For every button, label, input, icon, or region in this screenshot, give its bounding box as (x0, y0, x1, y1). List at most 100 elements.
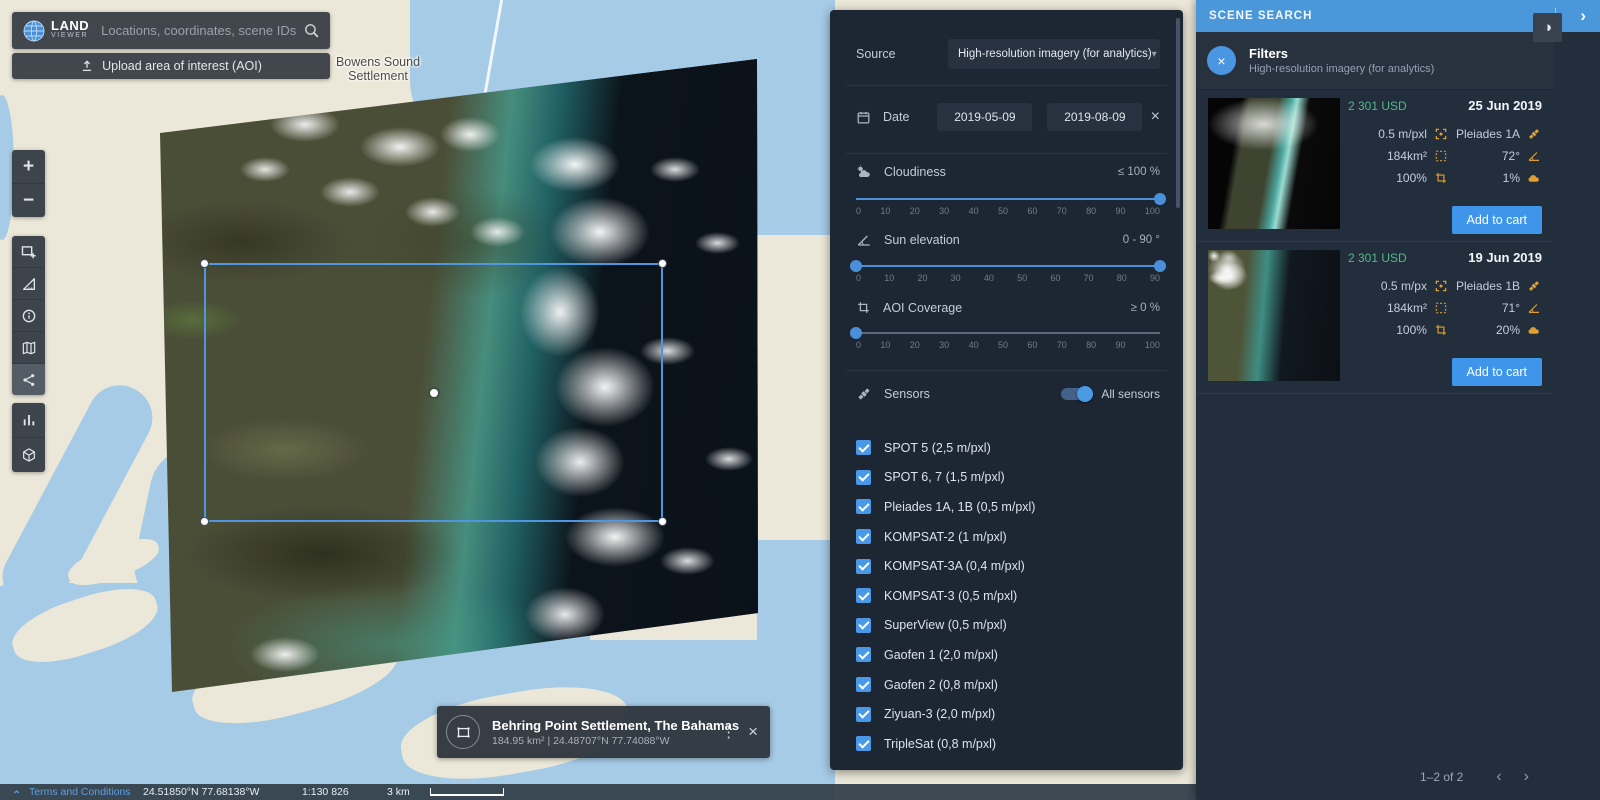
divider (846, 153, 1167, 154)
aoi-info-popup: Behring Point Settlement, The Bahamas 18… (437, 706, 770, 758)
sensor-label: KOMPSAT-2 (1 m/pxl) (884, 529, 1007, 544)
checkbox-checked-icon[interactable] (856, 617, 871, 633)
aoi-coverage-slider-handle[interactable] (850, 327, 862, 339)
map-scale-distance: 3 km (387, 786, 410, 798)
sun-elevation-max-handle[interactable] (1154, 260, 1166, 272)
aoi-center-marker[interactable] (429, 388, 438, 397)
scene-result-item[interactable]: 2 301 USD 25 Jun 2019 0.5 m/pxl Pleiades… (1196, 90, 1554, 242)
all-sensors-toggle[interactable] (1061, 386, 1094, 402)
sensor-checkbox-row[interactable]: Gaofen 1 (2,0 m/pxl) (856, 640, 1163, 670)
map-scale-bar (430, 788, 504, 796)
zoom-out-button[interactable] (12, 184, 45, 217)
checkbox-checked-icon[interactable] (856, 558, 871, 574)
checkbox-checked-icon[interactable] (856, 529, 871, 545)
sensor-checkbox-row[interactable]: KOMPSAT-2 (1 m/pxl) (856, 522, 1163, 552)
landviewer-logo[interactable]: LAND VIEWER (22, 19, 89, 43)
sensor-checkbox-row[interactable]: SuperView (0,5 m/pxl) (856, 611, 1163, 641)
checkbox-checked-icon[interactable] (856, 588, 871, 604)
satellite-icon (1527, 279, 1542, 293)
checkbox-checked-icon[interactable] (856, 736, 871, 752)
add-to-cart-button[interactable]: Add to cart (1451, 358, 1542, 386)
sensor-checkbox-row[interactable]: Gaofen 2 (0,8 m/pxl) (856, 670, 1163, 700)
sensor-checkbox-row[interactable]: SPOT 6, 7 (1,5 m/pxl) (856, 463, 1163, 493)
slider-tick-label: 0 (856, 206, 862, 216)
checkbox-checked-icon[interactable] (856, 499, 871, 515)
terms-link[interactable]: Terms and Conditions (29, 786, 131, 798)
checkbox-checked-icon[interactable] (856, 647, 871, 663)
date-from-input[interactable]: 2019-05-09 (937, 103, 1033, 131)
expand-statusbar-icon[interactable] (9, 790, 23, 794)
share-button[interactable] (12, 364, 45, 395)
measure-button[interactable] (12, 268, 45, 300)
scene-result-item[interactable]: 2 301 USD 19 Jun 2019 0.5 m/px Pleiades … (1196, 242, 1554, 394)
draw-aoi-button[interactable] (12, 236, 45, 268)
scene-metadata: 2 301 USD 25 Jun 2019 0.5 m/pxl Pleiades… (1348, 98, 1542, 234)
info-button[interactable] (12, 300, 45, 332)
scene-sun-elevation: 72° (1501, 149, 1520, 163)
add-to-cart-button[interactable]: Add to cart (1451, 206, 1542, 234)
clear-filters-button[interactable] (1207, 46, 1236, 75)
next-page-icon[interactable] (1513, 768, 1540, 786)
source-row: Source High-resolution imagery (for anal… (856, 39, 1160, 69)
aoi-popup-close-icon[interactable] (746, 722, 770, 742)
scene-thumbnail[interactable] (1208, 250, 1340, 381)
aoi-handle-bottom-left[interactable] (200, 517, 209, 526)
filters-summary: Filters High-resolution imagery (for ana… (1249, 46, 1434, 75)
calendar-icon (856, 110, 871, 125)
source-value: High-resolution imagery (for analytics) (958, 48, 1152, 60)
aoi-popup-menu-icon[interactable] (711, 723, 746, 741)
map-place-label: Bowens Sound Settlement (318, 55, 438, 83)
sensor-checkbox-row[interactable]: KOMPSAT-3 (0,5 m/pxl) (856, 581, 1163, 611)
3d-view-button[interactable] (12, 438, 45, 472)
date-to-input[interactable]: 2019-08-09 (1047, 103, 1143, 131)
cloudiness-slider[interactable] (856, 193, 1166, 205)
aoi-handle-top-left[interactable] (200, 259, 209, 268)
aoi-coverage-value: ≥ 0 % (1130, 301, 1160, 314)
sensor-checkbox-row[interactable]: Ziyuan-3 (2,0 m/pxl) (856, 699, 1163, 729)
upload-aoi-button[interactable]: Upload area of interest (AOI) (12, 53, 330, 79)
slider-tick-label: 70 (1083, 273, 1094, 283)
sensor-label: Ziyuan-3 (2,0 m/pxl) (884, 707, 996, 722)
upload-icon (80, 59, 94, 73)
sensor-checkbox-row[interactable]: TripleSat (0,8 m/pxl) (856, 729, 1163, 759)
collapse-panel-icon[interactable] (1580, 0, 1586, 32)
checkbox-checked-icon[interactable] (856, 677, 871, 693)
zoom-in-button[interactable] (12, 150, 45, 184)
slider-tick-label: 40 (968, 340, 979, 350)
aoi-handle-top-right[interactable] (658, 259, 667, 268)
cloudiness-slider-handle[interactable] (1154, 193, 1166, 205)
aoi-coverage-slider[interactable] (850, 327, 1160, 339)
sensor-checkbox-row[interactable]: SPOT 5 (2,5 m/pxl) (856, 433, 1163, 463)
checkbox-checked-icon[interactable] (856, 469, 871, 485)
slider-tick-label: 0 (856, 273, 862, 283)
upload-aoi-label: Upload area of interest (AOI) (102, 59, 262, 73)
source-select[interactable]: High-resolution imagery (for analytics) (948, 39, 1160, 69)
slider-tick-label: 70 (1056, 340, 1067, 350)
checkbox-checked-icon[interactable] (856, 706, 871, 722)
scene-thumbnail[interactable] (1208, 98, 1340, 229)
prev-page-icon[interactable] (1485, 768, 1512, 786)
slider-tick-label: 90 (1115, 206, 1126, 216)
search-icon[interactable] (303, 22, 320, 39)
scene-area: 184km² (1386, 149, 1427, 163)
contrast-toggle-button[interactable] (1533, 13, 1562, 42)
sensor-checkbox-row[interactable]: KOMPSAT-3A (0,4 m/pxl) (856, 551, 1163, 581)
water-right-bottom (757, 540, 835, 800)
sensors-header: Sensors All sensors (856, 386, 1160, 402)
search-input[interactable] (99, 22, 303, 39)
slider-tick-label: 60 (1027, 340, 1038, 350)
sun-elevation-min-handle[interactable] (850, 260, 862, 272)
filters-scrollbar[interactable] (1176, 18, 1180, 208)
clear-dates-icon[interactable] (1151, 108, 1160, 126)
sensor-checkbox-row[interactable]: Pleiades 1A, 1B (0,5 m/pxl) (856, 492, 1163, 522)
aoi-handle-bottom-right[interactable] (658, 517, 667, 526)
aoi-rectangle[interactable] (200, 259, 667, 526)
sun-elevation-slider[interactable] (850, 260, 1166, 272)
analytics-button[interactable] (12, 403, 45, 438)
checkbox-checked-icon[interactable] (856, 440, 871, 456)
slider-tick-label: 90 (1115, 340, 1126, 350)
sensor-label: Gaofen 2 (0,8 m/pxl) (884, 677, 998, 692)
layers-button[interactable] (12, 332, 45, 364)
slider-tick-label: 60 (1027, 206, 1038, 216)
crop-icon (856, 300, 871, 315)
